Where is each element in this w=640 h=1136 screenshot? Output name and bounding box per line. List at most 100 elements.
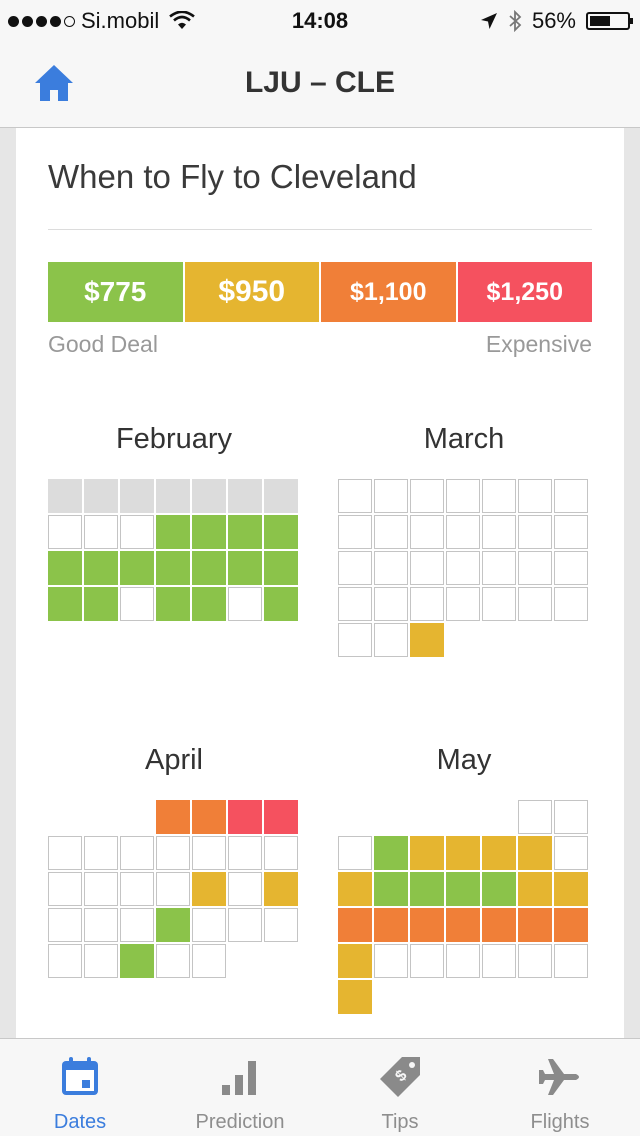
day-fair-price[interactable] xyxy=(410,623,444,657)
day-no-data[interactable] xyxy=(84,515,118,549)
day-no-data[interactable] xyxy=(554,800,588,834)
day-no-data[interactable] xyxy=(338,551,372,585)
day-high-price[interactable] xyxy=(374,908,408,942)
day-fair-price[interactable] xyxy=(264,872,298,906)
day-no-data[interactable] xyxy=(338,836,372,870)
day-no-data[interactable] xyxy=(192,908,226,942)
day-no-data[interactable] xyxy=(120,587,154,621)
day-high-price[interactable] xyxy=(192,800,226,834)
day-no-data[interactable] xyxy=(518,587,552,621)
day-no-data[interactable] xyxy=(84,836,118,870)
day-high-price[interactable] xyxy=(410,908,444,942)
day-no-data[interactable] xyxy=(554,836,588,870)
day-fair-price[interactable] xyxy=(482,836,516,870)
day-no-data[interactable] xyxy=(446,587,480,621)
day-no-data[interactable] xyxy=(554,479,588,513)
day-good-deal[interactable] xyxy=(264,551,298,585)
day-fair-price[interactable] xyxy=(338,872,372,906)
day-no-data[interactable] xyxy=(228,908,262,942)
day-high-price[interactable] xyxy=(518,908,552,942)
day-good-deal[interactable] xyxy=(374,836,408,870)
day-no-data[interactable] xyxy=(410,515,444,549)
day-high-price[interactable] xyxy=(554,908,588,942)
day-no-data[interactable] xyxy=(482,587,516,621)
day-no-data[interactable] xyxy=(446,944,480,978)
day-fair-price[interactable] xyxy=(446,836,480,870)
day-no-data[interactable] xyxy=(518,515,552,549)
day-no-data[interactable] xyxy=(410,479,444,513)
day-fair-price[interactable] xyxy=(518,836,552,870)
day-no-data[interactable] xyxy=(410,551,444,585)
day-good-deal[interactable] xyxy=(48,587,82,621)
tab-tips[interactable]: $ Tips xyxy=(320,1039,480,1136)
day-no-data[interactable] xyxy=(84,908,118,942)
day-no-data[interactable] xyxy=(120,515,154,549)
day-good-deal[interactable] xyxy=(156,515,190,549)
day-no-data[interactable] xyxy=(156,944,190,978)
day-no-data[interactable] xyxy=(482,944,516,978)
day-good-deal[interactable] xyxy=(374,872,408,906)
day-expensive[interactable] xyxy=(228,800,262,834)
day-no-data[interactable] xyxy=(48,836,82,870)
day-good-deal[interactable] xyxy=(264,587,298,621)
day-no-data[interactable] xyxy=(374,623,408,657)
day-no-data[interactable] xyxy=(518,800,552,834)
day-no-data[interactable] xyxy=(446,479,480,513)
day-good-deal[interactable] xyxy=(156,587,190,621)
day-good-deal[interactable] xyxy=(192,587,226,621)
day-high-price[interactable] xyxy=(446,908,480,942)
day-no-data[interactable] xyxy=(48,908,82,942)
day-fair-price[interactable] xyxy=(554,872,588,906)
tab-dates[interactable]: Dates xyxy=(0,1039,160,1136)
day-no-data[interactable] xyxy=(156,836,190,870)
day-good-deal[interactable] xyxy=(156,551,190,585)
day-no-data[interactable] xyxy=(264,908,298,942)
day-fair-price[interactable] xyxy=(338,944,372,978)
day-good-deal[interactable] xyxy=(156,908,190,942)
day-no-data[interactable] xyxy=(48,944,82,978)
day-good-deal[interactable] xyxy=(192,515,226,549)
day-no-data[interactable] xyxy=(228,872,262,906)
day-no-data[interactable] xyxy=(156,872,190,906)
tab-prediction[interactable]: Prediction xyxy=(160,1039,320,1136)
day-no-data[interactable] xyxy=(338,479,372,513)
day-no-data[interactable] xyxy=(192,836,226,870)
day-no-data[interactable] xyxy=(228,836,262,870)
day-no-data[interactable] xyxy=(48,872,82,906)
day-no-data[interactable] xyxy=(338,587,372,621)
day-no-data[interactable] xyxy=(446,551,480,585)
day-good-deal[interactable] xyxy=(84,587,118,621)
day-no-data[interactable] xyxy=(410,587,444,621)
day-no-data[interactable] xyxy=(374,587,408,621)
day-good-deal[interactable] xyxy=(192,551,226,585)
tab-flights[interactable]: Flights xyxy=(480,1039,640,1136)
day-no-data[interactable] xyxy=(84,872,118,906)
day-good-deal[interactable] xyxy=(482,872,516,906)
day-fair-price[interactable] xyxy=(192,872,226,906)
day-no-data[interactable] xyxy=(338,623,372,657)
day-no-data[interactable] xyxy=(120,836,154,870)
day-no-data[interactable] xyxy=(374,944,408,978)
day-no-data[interactable] xyxy=(518,944,552,978)
day-high-price[interactable] xyxy=(482,908,516,942)
day-fair-price[interactable] xyxy=(410,836,444,870)
day-good-deal[interactable] xyxy=(120,944,154,978)
day-fair-price[interactable] xyxy=(518,872,552,906)
day-high-price[interactable] xyxy=(338,908,372,942)
day-no-data[interactable] xyxy=(554,587,588,621)
day-good-deal[interactable] xyxy=(446,872,480,906)
day-no-data[interactable] xyxy=(374,515,408,549)
day-good-deal[interactable] xyxy=(264,515,298,549)
day-no-data[interactable] xyxy=(228,587,262,621)
day-no-data[interactable] xyxy=(48,515,82,549)
day-no-data[interactable] xyxy=(264,836,298,870)
day-no-data[interactable] xyxy=(84,944,118,978)
day-no-data[interactable] xyxy=(518,479,552,513)
day-good-deal[interactable] xyxy=(228,515,262,549)
day-no-data[interactable] xyxy=(410,944,444,978)
day-fair-price[interactable] xyxy=(338,980,372,1014)
day-good-deal[interactable] xyxy=(120,551,154,585)
day-no-data[interactable] xyxy=(554,515,588,549)
day-good-deal[interactable] xyxy=(84,551,118,585)
day-no-data[interactable] xyxy=(482,551,516,585)
